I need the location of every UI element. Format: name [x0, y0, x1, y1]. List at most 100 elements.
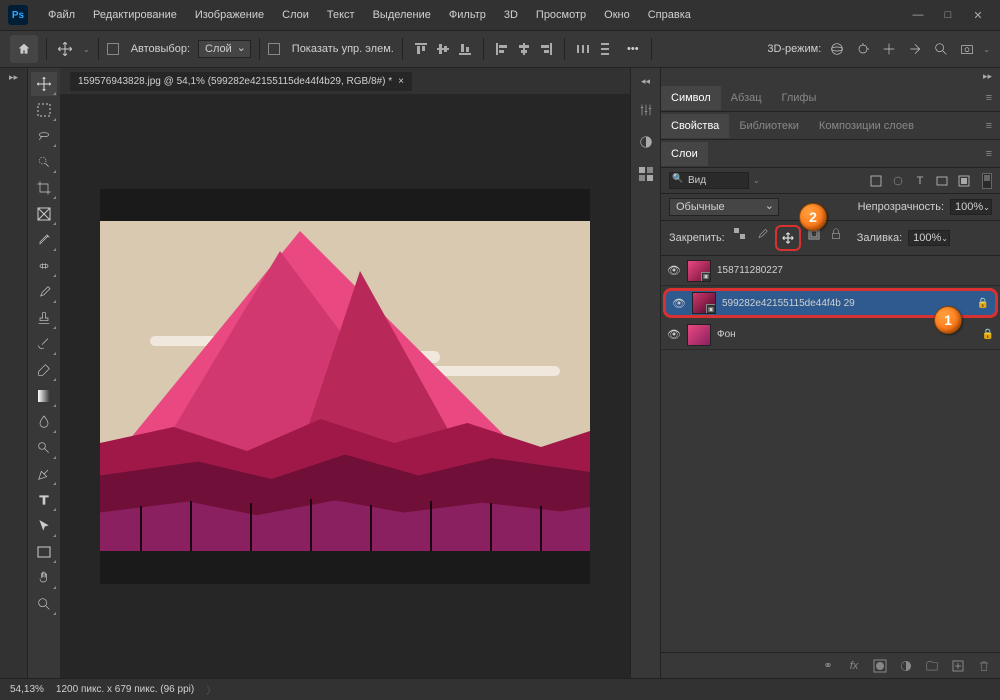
doc-info[interactable]: 1200 пикс. x 679 пикс. (96 ppi) [56, 684, 194, 695]
pen-tool[interactable] [31, 462, 57, 486]
zoom-level[interactable]: 54,13% [10, 684, 44, 695]
more-align-icon[interactable]: ••• [623, 39, 643, 59]
lasso-tool[interactable] [31, 124, 57, 148]
collapse-panels-icon[interactable]: ▸▸ [983, 71, 992, 81]
panel-menu-icon[interactable]: ≡ [978, 120, 1000, 132]
layer-row[interactable]: 👁 ▣ 158711280227 [661, 256, 1000, 286]
lock-transparency-icon[interactable] [731, 225, 749, 243]
autoselect-dropdown[interactable]: Слой [198, 40, 251, 58]
autoselect-checkbox[interactable] [107, 43, 119, 55]
layer-name[interactable]: Фон [717, 329, 976, 340]
layer-thumbnail[interactable]: ▣ [687, 260, 711, 282]
status-chevron-icon[interactable]: 〉 [206, 682, 216, 697]
crop-tool[interactable] [31, 176, 57, 200]
filter-type-icon[interactable]: T [912, 173, 928, 189]
menu-image[interactable]: Изображение [187, 5, 272, 25]
fill-field[interactable]: 100%⌄ [908, 230, 950, 246]
group-layers-icon[interactable] [924, 658, 940, 674]
align-right-icon[interactable] [536, 39, 556, 59]
align-top-icon[interactable] [411, 39, 431, 59]
type-tool[interactable] [31, 488, 57, 512]
tab-libraries[interactable]: Библиотеки [729, 114, 809, 138]
layer-filter-input[interactable] [669, 172, 749, 189]
lock-position-icon[interactable] [779, 229, 797, 247]
3d-orbit-icon[interactable] [827, 39, 847, 59]
tab-properties[interactable]: Свойства [661, 114, 729, 138]
move-tool[interactable] [31, 72, 57, 96]
menu-window[interactable]: Окно [596, 5, 638, 25]
menu-help[interactable]: Справка [640, 5, 699, 25]
adjustments-icon[interactable] [637, 101, 655, 119]
tab-glyphs[interactable]: Глифы [772, 86, 827, 110]
3d-pan-icon[interactable] [879, 39, 899, 59]
filter-shape-icon[interactable] [934, 173, 950, 189]
swatches-icon[interactable] [637, 165, 655, 183]
panel-menu-icon[interactable]: ≡ [978, 148, 1000, 160]
layer-name[interactable]: 599282e42155115de44f4b 29 [722, 298, 971, 309]
menu-edit[interactable]: Редактирование [85, 5, 185, 25]
filter-smart-icon[interactable] [956, 173, 972, 189]
menu-text[interactable]: Текст [319, 5, 363, 25]
3d-slide-icon[interactable] [905, 39, 925, 59]
layer-name[interactable]: 158711280227 [717, 265, 994, 276]
menu-3d[interactable]: 3D [496, 5, 526, 25]
align-vcenter-icon[interactable] [433, 39, 453, 59]
frame-tool[interactable] [31, 202, 57, 226]
distribute-v-icon[interactable] [595, 39, 615, 59]
menu-select[interactable]: Выделение [365, 5, 439, 25]
maximize-button[interactable]: □ [942, 9, 954, 21]
dodge-tool[interactable] [31, 436, 57, 460]
layer-mask-icon[interactable] [872, 658, 888, 674]
layer-thumbnail[interactable]: ▣ [692, 292, 716, 314]
eyedropper-tool[interactable] [31, 228, 57, 252]
opacity-field[interactable]: 100%⌄ [950, 199, 992, 215]
tab-layer-comps[interactable]: Композиции слоев [809, 114, 924, 138]
show-controls-checkbox[interactable] [268, 43, 280, 55]
menu-file[interactable]: Файл [40, 5, 83, 25]
home-button[interactable] [10, 35, 38, 63]
gradient-tool[interactable] [31, 384, 57, 408]
blend-mode-dropdown[interactable]: Обычные [669, 198, 779, 216]
tab-symbol[interactable]: Символ [661, 86, 721, 110]
menu-filter[interactable]: Фильтр [441, 5, 494, 25]
adjustment-layer-icon[interactable] [898, 658, 914, 674]
menu-layers[interactable]: Слои [274, 5, 317, 25]
eraser-tool[interactable] [31, 358, 57, 382]
minimize-button[interactable]: — [912, 9, 924, 21]
canvas[interactable] [100, 189, 590, 584]
rectangle-tool[interactable] [31, 540, 57, 564]
document-tab[interactable]: 159576943828.jpg @ 54,1% (599282e4215511… [70, 72, 412, 91]
3d-zoom-icon[interactable] [931, 39, 951, 59]
new-layer-icon[interactable] [950, 658, 966, 674]
color-icon[interactable] [637, 133, 655, 151]
visibility-icon[interactable]: 👁 [667, 264, 681, 277]
3d-roll-icon[interactable] [853, 39, 873, 59]
visibility-icon[interactable]: 👁 [672, 297, 686, 310]
link-layers-icon[interactable]: ⚭ [820, 658, 836, 674]
hand-tool[interactable] [31, 566, 57, 590]
stamp-tool[interactable] [31, 306, 57, 330]
expand-left-icon[interactable]: ▸▸ [9, 72, 18, 83]
layer-fx-icon[interactable]: fx [846, 658, 862, 674]
expand-right-icon[interactable]: ◂◂ [641, 76, 650, 87]
align-left-icon[interactable] [492, 39, 512, 59]
delete-layer-icon[interactable] [976, 658, 992, 674]
tab-paragraph[interactable]: Абзац [721, 86, 772, 110]
panel-menu-icon[interactable]: ≡ [978, 92, 1000, 104]
canvas-viewport[interactable] [60, 94, 630, 678]
filter-toggle[interactable] [982, 173, 992, 189]
align-hcenter-icon[interactable] [514, 39, 534, 59]
quick-select-tool[interactable] [31, 150, 57, 174]
layer-thumbnail[interactable] [687, 324, 711, 346]
blur-tool[interactable] [31, 410, 57, 434]
marquee-tool[interactable] [31, 98, 57, 122]
lock-pixels-icon[interactable] [753, 225, 771, 243]
brush-tool[interactable] [31, 280, 57, 304]
healing-tool[interactable] [31, 254, 57, 278]
lock-icon[interactable]: 🔒 [977, 298, 989, 309]
path-select-tool[interactable] [31, 514, 57, 538]
distribute-h-icon[interactable] [573, 39, 593, 59]
history-brush-tool[interactable] [31, 332, 57, 356]
lock-icon[interactable]: 🔒 [982, 329, 994, 340]
close-tab-icon[interactable]: × [398, 76, 404, 87]
